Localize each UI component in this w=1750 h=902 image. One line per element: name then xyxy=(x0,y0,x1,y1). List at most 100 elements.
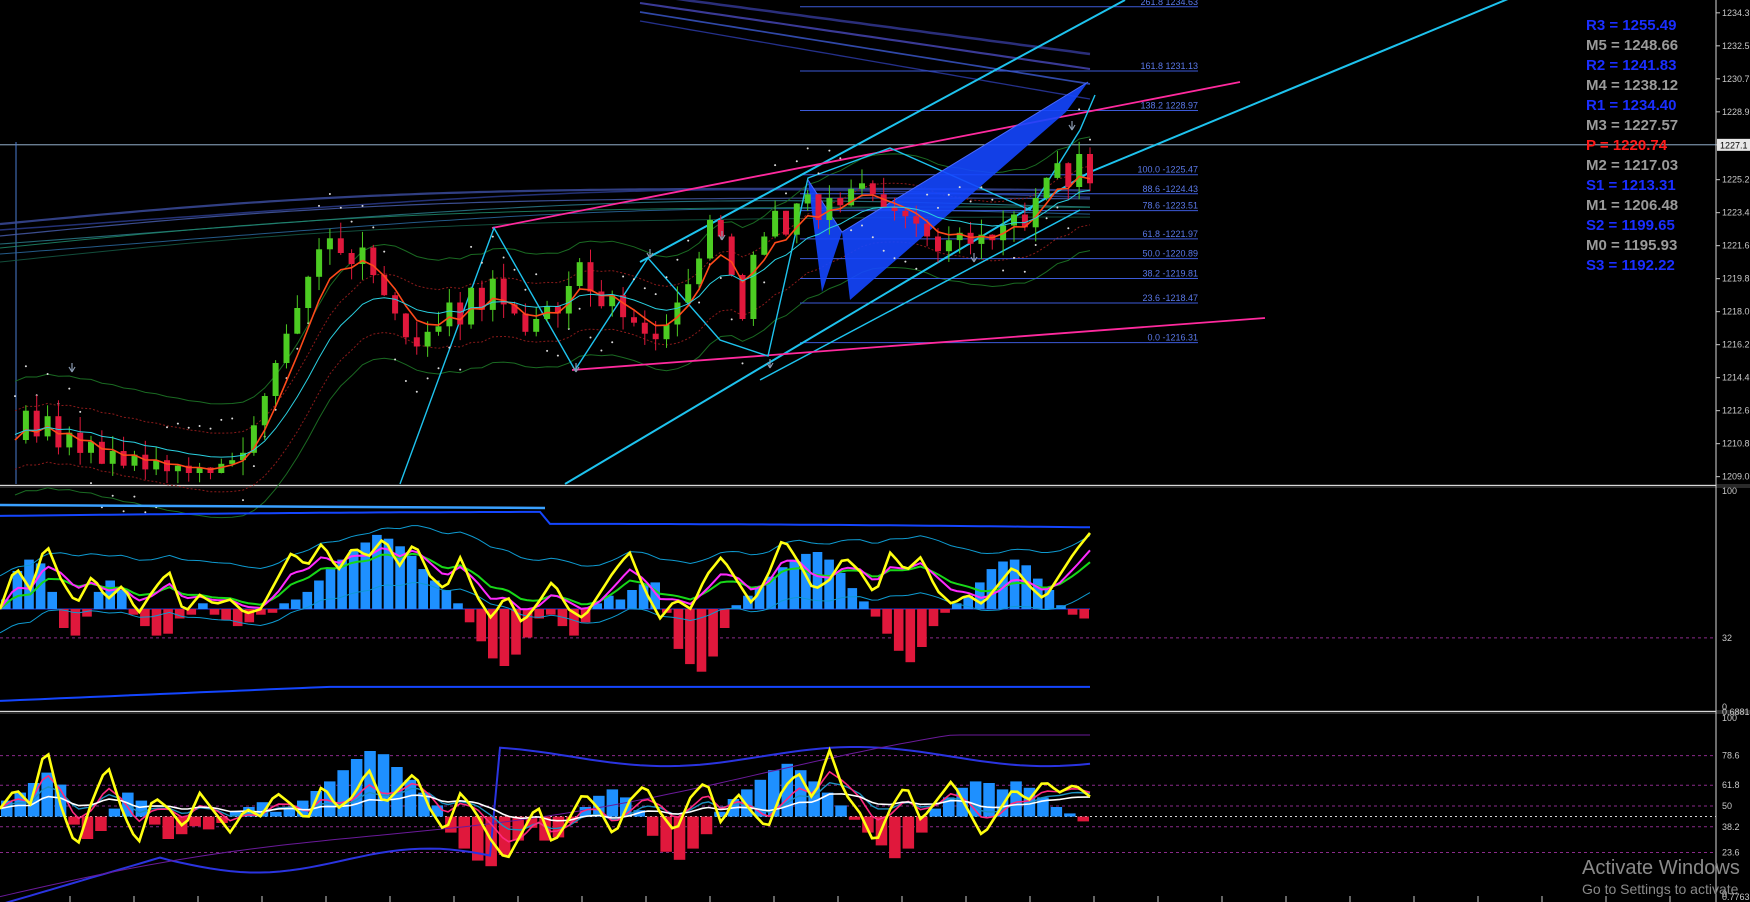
parabolic-sar-dot xyxy=(252,465,255,468)
pivot-level-s2: S2 = 1199.65 xyxy=(1586,217,1675,234)
parabolic-sar-dot xyxy=(643,287,646,290)
candle-body xyxy=(22,410,29,440)
candle-body xyxy=(587,262,594,292)
parabolic-sar-dot xyxy=(828,149,831,152)
chart-canvas[interactable]: 1234.3 1232.5 1230.7 1228.9 1227.1 1225.2 1223… xyxy=(0,0,1750,902)
candle-body xyxy=(88,441,94,453)
parabolic-sar-dot xyxy=(1089,138,1091,141)
oscillator-1-histogram-bar xyxy=(928,609,939,627)
candle-body xyxy=(305,276,312,308)
parabolic-sar-dot xyxy=(806,147,809,150)
activate-windows-watermark: Activate Windows Go to Settings to activ… xyxy=(1582,856,1740,898)
candle-body xyxy=(641,322,648,334)
oscillator-1-histogram-bar xyxy=(232,609,243,627)
oscillator-2-purple-line xyxy=(0,734,1090,898)
oscillator-2-histogram-bar xyxy=(889,816,901,859)
candle-body xyxy=(261,396,268,426)
parabolic-sar-dot xyxy=(665,276,668,279)
candle-body xyxy=(1011,214,1017,226)
candle-body xyxy=(620,295,627,318)
candle-body xyxy=(935,236,941,252)
pivot-level-m2: M2 = 1217.03 xyxy=(1586,157,1679,174)
price-tick-label: 1223.4 xyxy=(1722,208,1750,218)
candle-body xyxy=(945,240,952,252)
oscillator-2-tick-label: 61.8 xyxy=(1722,780,1740,790)
candle-body xyxy=(869,183,876,195)
candle-body xyxy=(674,302,681,325)
fibonacci-level-label: 88.6 -1224.43 xyxy=(1142,184,1198,194)
fibonacci-level-label: 138.2 1228.97 xyxy=(1140,101,1198,111)
parabolic-sar-dot xyxy=(1045,217,1048,220)
oscillator-1-histogram-bar xyxy=(82,609,92,617)
price-tick-label: 1232.5 xyxy=(1722,41,1750,51)
price-tick-label: 1212.6 xyxy=(1722,406,1750,416)
parabolic-sar-dot xyxy=(122,510,125,513)
candle-body xyxy=(891,207,898,211)
oscillator-2-histogram-bar xyxy=(929,808,941,817)
parabolic-sar-dot xyxy=(426,377,429,380)
oscillator-1-histogram-bar xyxy=(546,609,556,615)
price-tick-label: 1209.0 xyxy=(1722,472,1750,482)
parabolic-sar-dot xyxy=(24,365,27,368)
oscillator-2-histogram-bar xyxy=(135,800,148,817)
candle-body xyxy=(924,223,931,237)
oscillator-1-histogram-bar xyxy=(279,603,289,609)
parabolic-sar-dot xyxy=(1023,270,1026,273)
oscillator-2-histogram-bar xyxy=(324,781,336,817)
oscillator-2-histogram-bar xyxy=(646,816,659,836)
candle-body xyxy=(761,236,768,255)
candle-body xyxy=(717,220,724,237)
candle-body xyxy=(533,319,540,332)
envelope-upper xyxy=(14,136,1091,405)
oscillator-1-tick-label: 100 xyxy=(1722,486,1737,496)
candle-body xyxy=(631,317,637,323)
oscillator-2-histogram-bar xyxy=(606,789,619,817)
candle-body xyxy=(174,465,181,472)
pivot-level-m4: M4 = 1238.12 xyxy=(1586,77,1679,94)
oscillator-2-histogram-bar xyxy=(108,808,121,817)
oscillator-1-histogram-bar xyxy=(464,609,475,623)
parabolic-sar-dot xyxy=(133,495,136,498)
oscillator-2-histogram-bar xyxy=(189,816,201,827)
oscillator-1-histogram-bar xyxy=(59,609,69,628)
oscillator-1-histogram-bar xyxy=(151,609,162,636)
candle-body xyxy=(326,238,333,250)
candle-body xyxy=(446,302,453,327)
candle-body xyxy=(142,454,149,470)
fibonacci-level-label: 23.6 -1218.47 xyxy=(1142,293,1198,303)
envelope-inner-lower xyxy=(14,224,1091,493)
oscillator-1-histogram-bar xyxy=(325,569,336,609)
candle-body xyxy=(98,441,105,464)
oscillator-2-histogram-bar xyxy=(1050,807,1063,817)
oscillator-1-histogram-bar xyxy=(940,609,950,613)
oscillator-2-histogram-bar xyxy=(1064,813,1076,817)
parabolic-sar-dot xyxy=(415,390,418,393)
parabolic-sar-dot xyxy=(79,410,82,413)
parabolic-sar-dot xyxy=(817,172,820,175)
parabolic-sar-dot xyxy=(231,417,234,420)
parabolic-sar-dot xyxy=(654,293,657,296)
oscillator-1-tick-label: 32 xyxy=(1722,633,1732,643)
parabolic-sar-dot xyxy=(795,160,798,163)
upper-ma-ribbon xyxy=(639,1,1091,71)
parabolic-sar-dot xyxy=(1002,269,1005,272)
oscillator-1-histogram-bar xyxy=(47,591,57,609)
candle-body xyxy=(652,333,659,340)
fibonacci-level-label: 50.0 -1220.89 xyxy=(1142,249,1198,259)
parabolic-sar-dot xyxy=(242,499,244,502)
parabolic-sar-dot xyxy=(68,387,71,390)
channel-lower-extension xyxy=(1089,0,1509,173)
candle-body xyxy=(783,210,789,235)
oscillator-1-histogram-bar xyxy=(708,609,718,657)
parabolic-sar-dot xyxy=(556,354,559,357)
oscillator-1-histogram-bar xyxy=(348,550,359,609)
candle-body xyxy=(1043,177,1050,198)
oscillator-1-histogram-bar xyxy=(1067,609,1078,615)
candle-body xyxy=(826,198,833,220)
parabolic-sar-dot xyxy=(687,239,690,242)
oscillator-1-histogram-bar xyxy=(835,572,846,609)
oscillator-2-histogram-bar xyxy=(162,816,174,839)
candle-body xyxy=(902,210,909,217)
candle-body xyxy=(109,451,116,464)
parabolic-sar-dot xyxy=(632,278,635,281)
